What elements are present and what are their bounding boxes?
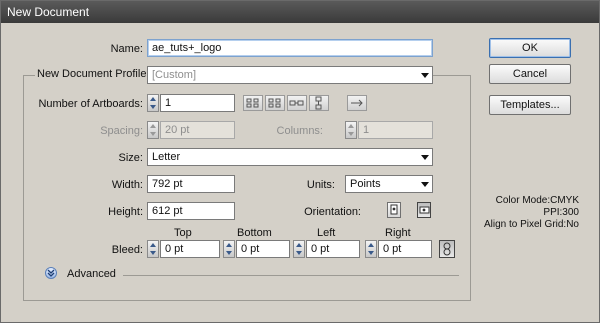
units-value: Points — [350, 178, 381, 190]
height-input[interactable]: 612 pt — [147, 202, 235, 220]
artboards-stepper[interactable] — [147, 94, 159, 112]
layout-direction-icon[interactable] — [347, 95, 367, 111]
ok-button[interactable]: OK — [489, 38, 571, 58]
advanced-divider — [123, 275, 459, 276]
columns-stepper — [345, 121, 357, 139]
artboards-input[interactable]: 1 — [160, 94, 235, 112]
bleed-bottom-label: Bottom — [237, 227, 272, 239]
bleed-top-input[interactable]: 0 pt — [160, 240, 220, 258]
bleed-label: Bleed: — [111, 244, 143, 256]
columns-input: 1 — [358, 121, 433, 139]
units-label: Units: — [306, 179, 335, 191]
color-mode-info: Color Mode:CMYK — [495, 195, 579, 206]
chevron-down-icon — [421, 182, 429, 187]
portrait-orientation-button[interactable] — [387, 202, 401, 218]
bleed-right-stepper[interactable] — [365, 240, 377, 258]
profile-select[interactable]: [Custom] — [147, 66, 433, 84]
bleed-bottom-stepper[interactable] — [223, 240, 235, 258]
columns-label: Columns: — [276, 125, 323, 137]
arrange-by-column-icon[interactable] — [309, 95, 329, 111]
bleed-right-label: Right — [385, 227, 411, 239]
templates-button[interactable]: Templates... — [489, 95, 571, 115]
spacing-label: Spacing: — [100, 125, 143, 137]
bleed-left-label: Left — [317, 227, 336, 239]
profile-value: [Custom] — [152, 69, 197, 81]
name-input[interactable]: ae_tuts+_logo — [147, 39, 433, 57]
advanced-label[interactable]: Advanced — [67, 268, 116, 280]
size-value: Letter — [152, 151, 181, 163]
bleed-bottom-input[interactable]: 0 pt — [236, 240, 290, 258]
spacing-stepper — [147, 121, 159, 139]
size-label: Size: — [118, 152, 143, 164]
cancel-button[interactable]: Cancel — [489, 64, 571, 84]
bleed-right-input[interactable]: 0 pt — [378, 240, 432, 258]
title-bar[interactable]: New Document — [1, 1, 599, 23]
pixel-grid-info: Align to Pixel Grid:No — [483, 219, 579, 230]
name-label: Name: — [110, 43, 143, 55]
grid-by-row-icon[interactable] — [243, 95, 263, 111]
units-select[interactable]: Points — [345, 175, 433, 193]
profile-label: New Document Profile: — [35, 68, 152, 80]
bleed-top-stepper[interactable] — [147, 240, 159, 258]
link-bleed-button[interactable] — [439, 240, 455, 258]
bleed-top-label: Top — [174, 227, 192, 239]
orientation-label: Orientation: — [304, 206, 361, 218]
advanced-toggle-icon[interactable] — [45, 267, 57, 279]
new-document-dialog: New Document Name: ae_tuts+_logo New Doc… — [0, 0, 600, 323]
bleed-left-stepper[interactable] — [293, 240, 305, 258]
size-select[interactable]: Letter — [147, 148, 433, 166]
bleed-left-input[interactable]: 0 pt — [306, 240, 360, 258]
ppi-info: PPI:300 — [543, 207, 579, 218]
width-label: Width: — [111, 179, 143, 191]
chevron-down-icon — [421, 73, 429, 78]
window-title: New Document — [7, 5, 90, 19]
grid-by-column-icon[interactable] — [265, 95, 285, 111]
chevron-down-icon — [421, 155, 429, 160]
width-input[interactable]: 792 pt — [147, 175, 235, 193]
height-label: Height: — [108, 206, 143, 218]
landscape-orientation-button[interactable] — [417, 202, 431, 218]
artboards-label: Number of Artboards: — [38, 98, 143, 110]
spacing-input: 20 pt — [160, 121, 235, 139]
arrange-by-row-icon[interactable] — [287, 95, 307, 111]
